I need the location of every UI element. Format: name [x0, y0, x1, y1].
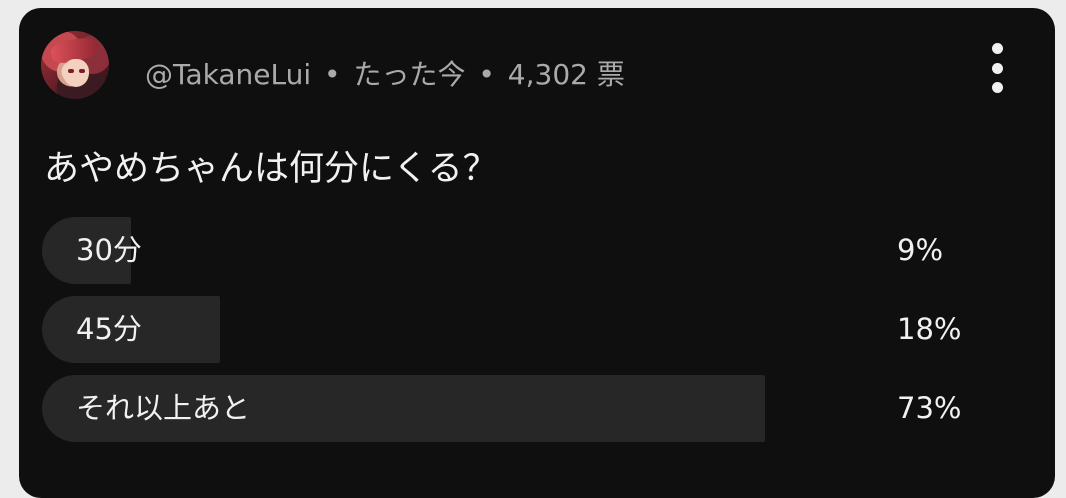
poll-option[interactable]: それ以上あと 73%: [42, 375, 1032, 442]
poll-card: @TakaneLui • たった今 • 4,302 票 あやめちゃんは何分にくる…: [19, 8, 1055, 498]
poll-option-label: それ以上あと: [76, 391, 251, 425]
poll-question: あやめちゃんは何分にくる？: [44, 149, 498, 189]
avatar-eye-right: [79, 69, 85, 73]
post-time: たった今: [353, 58, 466, 91]
poll-option-label: 45分: [76, 312, 142, 346]
poll-option-percent: 73%: [897, 391, 962, 425]
avatar-eye-left: [68, 69, 74, 73]
author-handle[interactable]: @TakaneLui: [145, 58, 311, 91]
more-vert-icon[interactable]: [979, 40, 1015, 96]
separator-dot: •: [478, 58, 495, 91]
poll-option[interactable]: 45分 18%: [42, 296, 1032, 363]
post-meta: @TakaneLui • たった今 • 4,302 票: [145, 55, 625, 95]
menu-dot: [991, 43, 1003, 54]
avatar[interactable]: [41, 31, 109, 99]
vote-count: 4,302 票: [507, 58, 625, 91]
poll-option-label: 30分: [76, 233, 142, 267]
poll-option[interactable]: 30分 9%: [42, 217, 1032, 284]
menu-dot: [991, 62, 1003, 74]
separator-dot: •: [324, 58, 341, 91]
poll-option-percent: 9%: [897, 233, 944, 267]
poll-option-percent: 18%: [897, 312, 962, 346]
menu-dot: [991, 82, 1003, 93]
avatar-face: [63, 59, 89, 87]
